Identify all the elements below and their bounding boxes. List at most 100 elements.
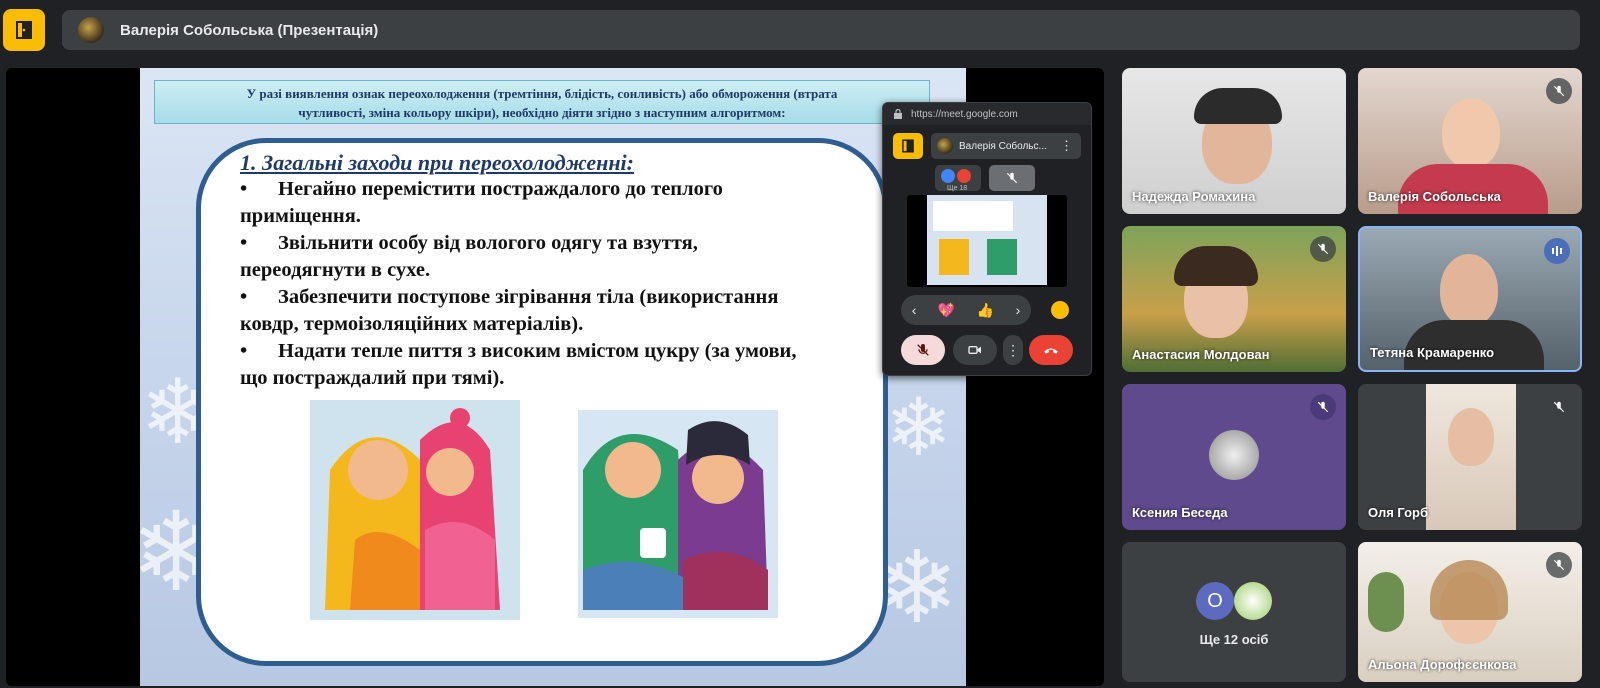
home-icon <box>16 21 32 39</box>
camera-icon <box>968 346 981 354</box>
snowflake-decoration: ❄ <box>885 383 953 472</box>
mic-off-icon <box>1317 243 1329 255</box>
speaking-icon <box>1552 246 1562 256</box>
participant-name: Ксения Беседа <box>1132 505 1228 520</box>
slide-header-box: У разі виявлення ознак переохолодження (… <box>154 80 930 124</box>
participant-video <box>1194 88 1282 124</box>
avatar <box>941 169 955 183</box>
participant-name: Анастасия Молдован <box>1132 347 1270 362</box>
meeting-title-bar[interactable]: Валерія Собольська (Презентація) <box>62 10 1580 50</box>
participant-video <box>1442 98 1500 168</box>
mic-off-icon <box>1553 85 1565 97</box>
meeting-title: Валерія Собольська (Презентація) <box>120 21 379 39</box>
participant-video <box>1368 572 1404 632</box>
reactions-prev-button[interactable]: ‹ <box>912 302 917 318</box>
bullet-dot: • <box>240 232 248 254</box>
participant-name: Валерія Собольська <box>1368 189 1501 204</box>
pip-slide-image <box>939 239 969 275</box>
bullet-text: приміщення. <box>240 205 361 227</box>
bullet-text: Негайно перемістити постраждалого до теп… <box>278 178 723 200</box>
slide-header-line: У разі виявлення ознак переохолодження (… <box>246 86 838 101</box>
warm-children-illustration <box>578 410 778 618</box>
bullet-text: що постраждалий при тямі). <box>240 367 505 389</box>
reactions-next-button[interactable]: › <box>1016 302 1021 318</box>
lock-icon <box>894 109 902 119</box>
avatar <box>957 169 971 183</box>
bullet-text: Звільнити особу від вологого одягу та вз… <box>278 232 698 254</box>
bullet-text: переодягнути в сухе. <box>240 259 431 281</box>
participant-video <box>1174 246 1258 286</box>
bullet-dot: • <box>240 178 248 200</box>
more-vert-icon[interactable]: ⋮ <box>1060 138 1073 154</box>
participant-video <box>1430 560 1508 620</box>
muted-indicator <box>1546 394 1572 420</box>
mic-off-icon <box>1553 559 1565 571</box>
participant-name: Надежда Ромахина <box>1132 189 1256 204</box>
mic-off-icon <box>917 344 929 356</box>
pip-title-bar[interactable]: Валерія Собольс... ⋮ <box>931 133 1081 159</box>
mic-off-icon <box>1006 172 1018 184</box>
presenter-avatar <box>78 17 104 43</box>
participant-video <box>1426 384 1516 530</box>
participant-tile[interactable]: Оля Горб <box>1358 384 1582 530</box>
muted-indicator <box>1310 394 1336 420</box>
bullet-dot: • <box>240 286 248 308</box>
mic-off-icon <box>1553 401 1565 413</box>
pip-slide-image <box>987 239 1017 275</box>
home-button[interactable] <box>3 9 45 51</box>
camera-toggle-button[interactable] <box>953 335 997 365</box>
slide-bullet: • Негайно перемістити постраждалого до те… <box>240 176 880 230</box>
participant-name: Альона Дорофєєнкова <box>1368 657 1517 672</box>
end-call-icon <box>1044 348 1058 354</box>
home-icon <box>902 139 914 153</box>
muted-indicator <box>1310 236 1336 262</box>
bullet-text: Забезпечити поступове зігрівання тіла (в… <box>278 286 779 308</box>
end-call-button[interactable] <box>1029 335 1073 365</box>
pip-slide-content <box>927 195 1047 285</box>
participant-tile[interactable]: Ксения Беседа <box>1122 384 1346 530</box>
avatar: О <box>1196 582 1234 620</box>
bullet-text: ковдр, термоізоляційних матеріалів). <box>240 313 584 335</box>
slide-bullet: • Звільнити особу від вологого одягу та в… <box>240 230 880 284</box>
muted-indicator <box>1546 78 1572 104</box>
slide-header-line: чутливості, зміна кольору шкіри), необхі… <box>298 105 786 120</box>
avatar <box>1234 582 1272 620</box>
thumbs-up-reaction-button[interactable]: 👍 <box>977 302 994 319</box>
participant-tile[interactable]: Надежда Ромахина <box>1122 68 1346 214</box>
more-participants-label: Ще 12 осіб <box>1199 632 1269 647</box>
pip-reactions-bar[interactable]: ‹ 💖 👍 › <box>901 295 1031 325</box>
participant-video <box>1448 408 1494 466</box>
pip-home-button[interactable] <box>893 133 923 159</box>
participant-name: Тетяна Крамаренко <box>1370 345 1495 360</box>
more-participants-tile[interactable]: О Ще 12 осіб <box>1122 542 1346 682</box>
reaction-color-button[interactable] <box>1051 301 1069 319</box>
pip-presenter-name: Валерія Собольс... <box>959 140 1047 152</box>
participant-tile[interactable]: Валерія Собольська <box>1358 68 1582 214</box>
slide-bullet: • Надати тепле пиття з високим вмістом цу… <box>240 338 880 392</box>
pip-participants-thumb[interactable]: Ще 18 <box>935 165 981 192</box>
participant-tile[interactable]: Анастасия Молдован <box>1122 226 1346 372</box>
participant-tile[interactable]: Альона Дорофєєнкова <box>1358 542 1582 682</box>
participant-name: Оля Горб <box>1368 505 1429 520</box>
slide-bullet: • Забезпечити поступове зігрівання тіла (… <box>240 284 880 338</box>
pip-thumb-label: Ще 18 <box>947 185 968 192</box>
bullet-dot: • <box>240 340 248 362</box>
avatar <box>1209 430 1259 480</box>
pip-self-view[interactable] <box>989 165 1035 191</box>
pip-url: https://meet.google.com <box>911 108 1018 120</box>
picture-in-picture-window[interactable]: https://meet.google.com Валерія Собольс.… <box>882 102 1092 376</box>
bullet-text: Надати тепле пиття з високим вмістом цук… <box>278 340 797 362</box>
slide-heading: 1. Загальні заходи при переохолодженні: <box>240 150 634 175</box>
mic-toggle-button[interactable] <box>901 335 945 365</box>
participant-video <box>1440 254 1498 326</box>
pip-url-bar: https://meet.google.com <box>883 103 1091 125</box>
speaking-indicator <box>1544 238 1570 264</box>
muted-indicator <box>1546 552 1572 578</box>
pip-slide-text <box>933 201 1013 231</box>
participant-tile[interactable]: Тетяна Крамаренко <box>1358 226 1582 372</box>
mic-off-icon <box>1317 401 1329 413</box>
presenter-avatar <box>937 138 953 154</box>
cold-children-illustration <box>310 400 520 620</box>
more-options-button[interactable]: ⋮ <box>1003 335 1023 365</box>
heart-reaction-button[interactable]: 💖 <box>938 302 955 319</box>
